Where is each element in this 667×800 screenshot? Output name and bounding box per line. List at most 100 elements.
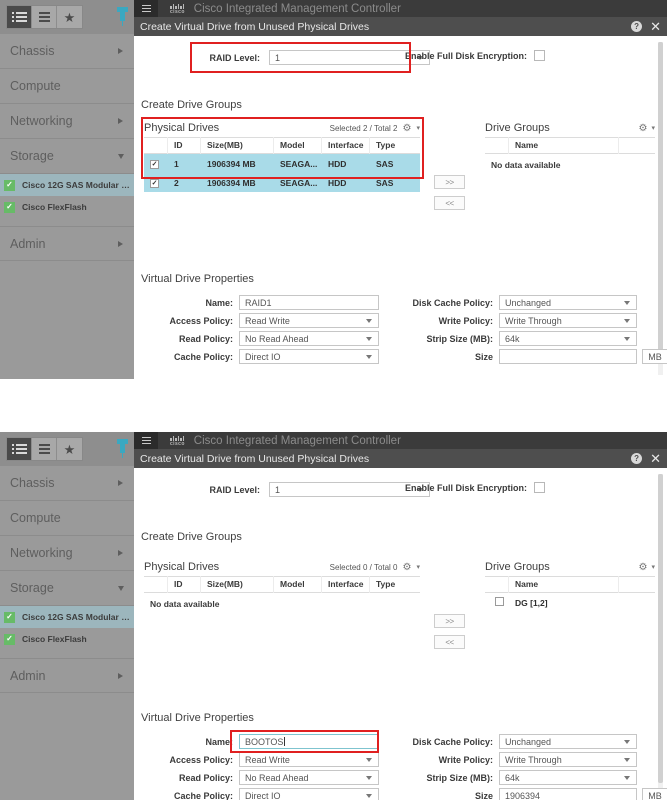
chevron-right-icon: [118, 48, 123, 54]
sidebar-item-admin[interactable]: Admin: [0, 226, 134, 261]
physical-drives-panel: Physical Drives Selected 2 / Total 2 ⚙ ▾…: [144, 119, 420, 192]
name-input-value: BOOTOS: [245, 736, 284, 747]
cache-policy-select[interactable]: Direct IO: [239, 349, 379, 364]
access-policy-select[interactable]: Read Write: [239, 313, 379, 328]
write-policy-select[interactable]: Write Through: [499, 752, 637, 767]
close-icon[interactable]: ✕: [650, 20, 661, 33]
hamburger-icon: [141, 436, 151, 445]
sidebar-item-flexflash[interactable]: ✓ Cisco FlexFlash: [0, 196, 134, 218]
sidebar-item-flexflash[interactable]: ✓ Cisco FlexFlash: [0, 628, 134, 650]
sidebar-subitem-label: Cisco FlexFlash: [22, 634, 87, 644]
dialog-title-bar: Create Virtual Drive from Unused Physica…: [134, 17, 667, 36]
sidebar-toolbar: ★: [0, 432, 134, 466]
cell-name: DG [1,2]: [515, 597, 548, 608]
size-input[interactable]: 1906394: [499, 788, 637, 800]
sidebar-item-sas-modular-raid[interactable]: ✓ Cisco 12G SAS Modular Raid...: [0, 174, 134, 196]
remove-from-group-button[interactable]: <<: [434, 196, 465, 210]
full-disk-encryption-checkbox[interactable]: [534, 50, 545, 61]
cell-interface: HDD: [328, 158, 347, 169]
physical-drives-heading: Physical Drives: [144, 561, 220, 573]
physical-drives-table-header: ID Size(MB) Model Interface Type: [144, 576, 420, 593]
gear-icon[interactable]: ⚙: [403, 562, 412, 573]
chevron-right-icon: [118, 240, 123, 247]
cimc-window-top: ★ Chassis Compute Networking Storage ✓ C…: [0, 0, 667, 379]
vd-props-right: Disk Cache Policy: Unchanged Write Polic…: [398, 734, 667, 800]
list-view-button[interactable]: [32, 438, 57, 460]
list-view-button[interactable]: [32, 6, 57, 28]
raid-level-label: RAID Level:: [209, 52, 260, 63]
list-detail-view-button[interactable]: [7, 438, 32, 460]
cell-id: 2: [174, 177, 179, 188]
gear-icon[interactable]: ⚙: [639, 123, 648, 134]
app-menu-button[interactable]: [134, 0, 158, 17]
strip-size-label: Strip Size (MB):: [426, 333, 494, 344]
sidebar-item-label: Compute: [10, 79, 61, 93]
list-detail-view-button[interactable]: [7, 6, 32, 28]
size-input[interactable]: [499, 349, 637, 364]
screenshot-root: ★ Chassis Compute Networking Storage ✓ C…: [0, 0, 667, 800]
favorites-view-button[interactable]: ★: [57, 6, 82, 28]
sidebar-item-storage[interactable]: Storage: [0, 139, 134, 174]
row-checkbox[interactable]: ✓: [150, 179, 159, 188]
write-policy-select[interactable]: Write Through: [499, 313, 637, 328]
sidebar-item-networking[interactable]: Networking: [0, 536, 134, 571]
size-label: Size: [474, 790, 493, 800]
favorites-view-button[interactable]: ★: [57, 438, 82, 460]
name-row: Name: BOOTOS: [142, 734, 379, 749]
strip-size-row: Strip Size (MB): 64k: [398, 770, 667, 785]
column-spacer: [619, 576, 655, 593]
row-checkbox[interactable]: ✓: [150, 160, 159, 169]
chevron-down-icon: [118, 154, 124, 159]
star-icon: ★: [63, 441, 76, 457]
help-icon[interactable]: ?: [631, 453, 643, 464]
strip-size-select[interactable]: 64k: [499, 331, 637, 346]
help-icon[interactable]: ?: [631, 21, 643, 32]
full-disk-encryption-checkbox[interactable]: [534, 482, 545, 493]
read-policy-select[interactable]: No Read Ahead: [239, 770, 379, 785]
remove-from-group-button[interactable]: <<: [434, 635, 465, 649]
physical-drives-empty: No data available: [150, 599, 220, 609]
cimc-window-bottom: ★ Chassis Compute Networking Storage ✓ C…: [0, 432, 667, 800]
gear-icon[interactable]: ⚙: [403, 123, 412, 134]
name-input[interactable]: RAID1: [239, 295, 379, 310]
read-policy-select[interactable]: No Read Ahead: [239, 331, 379, 346]
name-label: Name:: [205, 297, 233, 308]
access-policy-label: Access Policy:: [169, 754, 233, 765]
read-policy-label: Read Policy:: [178, 772, 233, 783]
sidebar-item-chassis[interactable]: Chassis: [0, 466, 134, 501]
table-row[interactable]: DG [1,2]: [485, 593, 655, 612]
sidebar-item-storage[interactable]: Storage: [0, 571, 134, 606]
disk-cache-policy-select[interactable]: Unchanged: [499, 734, 637, 749]
chevron-down-icon[interactable]: ▾: [651, 563, 655, 571]
cache-policy-select[interactable]: Direct IO: [239, 788, 379, 800]
column-spacer: [619, 137, 655, 154]
sidebar-item-networking[interactable]: Networking: [0, 104, 134, 139]
add-to-group-button[interactable]: >>: [434, 614, 465, 628]
close-icon[interactable]: ✕: [650, 452, 661, 465]
sidebar-item-admin[interactable]: Admin: [0, 658, 134, 693]
gear-icon[interactable]: ⚙: [639, 562, 648, 573]
chevron-down-icon[interactable]: ▾: [651, 124, 655, 132]
disk-cache-policy-select[interactable]: Unchanged: [499, 295, 637, 310]
drive-groups-empty: No data available: [491, 160, 561, 170]
full-disk-encryption-label: Enable Full Disk Encryption:: [404, 50, 527, 61]
drive-groups-heading: Drive Groups: [485, 561, 550, 573]
sidebar-item-compute[interactable]: Compute: [0, 69, 134, 104]
row-checkbox[interactable]: [495, 597, 504, 606]
sidebar-item-chassis[interactable]: Chassis: [0, 34, 134, 69]
strip-size-select[interactable]: 64k: [499, 770, 637, 785]
app-menu-button[interactable]: [134, 432, 158, 449]
chevron-down-icon[interactable]: ▾: [416, 563, 420, 571]
list-detail-icon: [11, 444, 27, 454]
disk-cache-policy-label: Disk Cache Policy:: [412, 736, 493, 747]
sidebar-item-sas-modular-raid[interactable]: ✓ Cisco 12G SAS Modular Raid...: [0, 606, 134, 628]
cisco-logo: cisco: [170, 3, 185, 15]
table-row[interactable]: ✓ 1 1906394 MB SEAGA... HDD SAS: [144, 154, 420, 173]
add-to-group-button[interactable]: >>: [434, 175, 465, 189]
sidebar-item-compute[interactable]: Compute: [0, 501, 134, 536]
access-policy-select[interactable]: Read Write: [239, 752, 379, 767]
chevron-down-icon[interactable]: ▾: [416, 124, 420, 132]
name-input[interactable]: BOOTOS: [239, 734, 379, 749]
virtual-drive-properties-heading: Virtual Drive Properties: [141, 712, 254, 724]
table-row[interactable]: ✓ 2 1906394 MB SEAGA... HDD SAS: [144, 173, 420, 192]
